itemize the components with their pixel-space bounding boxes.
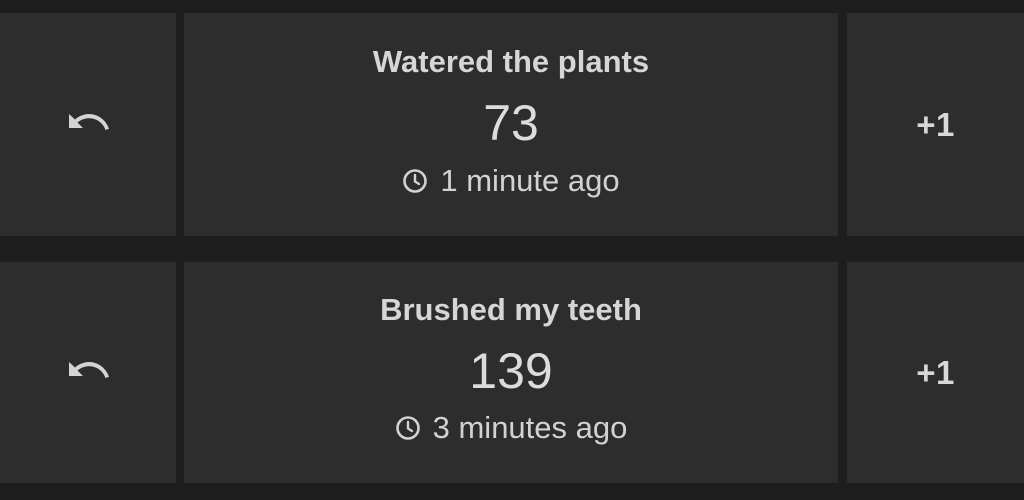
- increment-label: +1: [916, 105, 955, 143]
- counter-row: Watered the plants 73 1 minute ago +1: [0, 13, 1024, 236]
- undo-button[interactable]: [0, 262, 176, 483]
- last-updated-text: 1 minute ago: [440, 163, 620, 198]
- counter-list: Watered the plants 73 1 minute ago +1 Br…: [0, 0, 1024, 500]
- counter-card[interactable]: Watered the plants 73 1 minute ago: [184, 13, 838, 236]
- last-updated: 3 minutes ago: [395, 410, 628, 446]
- counter-title: Brushed my teeth: [380, 292, 642, 327]
- clock-icon: [395, 415, 421, 441]
- last-updated: 1 minute ago: [402, 163, 620, 199]
- undo-icon: [65, 358, 111, 388]
- counter-title: Watered the plants: [372, 44, 650, 79]
- last-updated-text: 3 minutes ago: [432, 410, 628, 445]
- undo-icon: [65, 110, 111, 140]
- increment-button[interactable]: +1: [847, 13, 1024, 236]
- counter-row: Brushed my teeth 139 3 minutes ago +1: [0, 262, 1024, 483]
- list-bottom-edge: [0, 493, 1024, 500]
- counter-value: 73: [483, 95, 539, 151]
- clock-icon: [402, 168, 428, 194]
- increment-label: +1: [916, 353, 955, 391]
- counter-value: 139: [469, 343, 553, 399]
- increment-button[interactable]: +1: [847, 262, 1024, 483]
- undo-button[interactable]: [0, 13, 176, 236]
- counter-card[interactable]: Brushed my teeth 139 3 minutes ago: [184, 262, 838, 483]
